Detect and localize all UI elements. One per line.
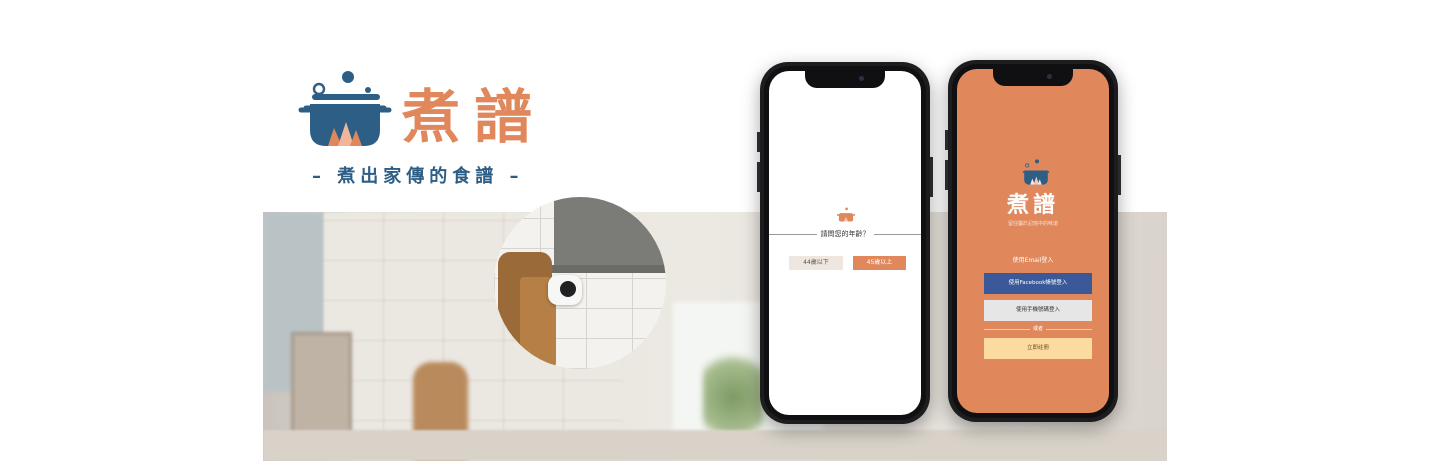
cooking-pot-icon xyxy=(1022,159,1050,185)
phone-notch xyxy=(993,69,1073,86)
phone-age-selection: 請問您的年齡？ 44歲以下 45歲以上 xyxy=(757,62,933,424)
or-label: 或者 xyxy=(1029,326,1046,332)
register-button[interactable]: 立即註冊 xyxy=(984,338,1092,359)
counter xyxy=(263,430,1167,461)
email-login-link[interactable]: 使用Email登入 xyxy=(957,255,1109,264)
phone-login: 煮譜 留住屬於記憶中的味道 使用Email登入 使用Facebook帳號登入 使… xyxy=(945,60,1121,422)
age-over-45-button[interactable]: 45歲以上 xyxy=(853,256,906,270)
cooking-pot-icon xyxy=(298,71,392,146)
login-brand-name: 煮譜 xyxy=(1006,193,1059,218)
brand-name: 煮譜 xyxy=(402,83,547,151)
or-divider: 或者 xyxy=(984,325,1092,332)
cooking-pot-icon xyxy=(837,207,855,222)
facebook-login-button[interactable]: 使用Facebook帳號登入 xyxy=(984,273,1092,294)
age-question: 請問您的年齡？ xyxy=(769,229,921,239)
phone-notch xyxy=(805,71,885,88)
security-camera-icon xyxy=(548,275,582,305)
age-under-44-button[interactable]: 44歲以下 xyxy=(789,256,843,270)
age-question-text: 請問您的年齡？ xyxy=(816,230,874,238)
camera-zoom-bubble xyxy=(494,197,666,369)
login-subtitle: 留住屬於記憶中的味道 xyxy=(1007,221,1058,227)
range-hood xyxy=(554,197,666,267)
phone-login-button[interactable]: 使用手機號碼登入 xyxy=(984,300,1092,321)
shelf xyxy=(534,265,666,273)
brand-logo: 煮譜 – 煮出家傳的食譜 – xyxy=(298,70,548,190)
brand-slogan: – 煮出家傳的食譜 – xyxy=(312,166,524,187)
